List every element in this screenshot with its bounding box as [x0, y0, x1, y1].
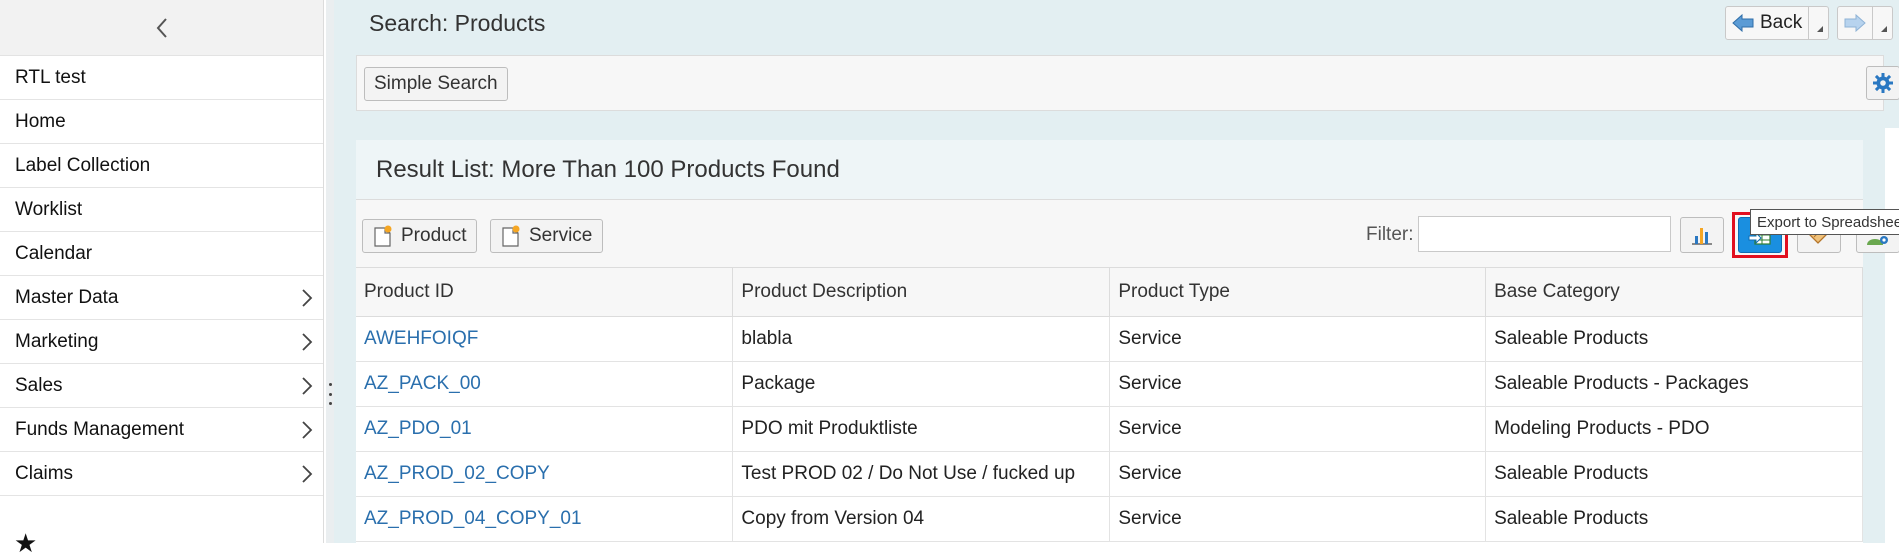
sidebar-item-marketing[interactable]: Marketing [0, 320, 323, 364]
filter-label: Filter: [1366, 224, 1414, 245]
simple-search-button[interactable]: Simple Search [364, 67, 508, 101]
result-list-title: Result List: More Than 100 Products Foun… [376, 155, 840, 183]
column-header[interactable]: Product ID [356, 268, 734, 317]
table-row: AWEHFOIQF blabla Service Saleable Products [356, 316, 1863, 362]
sidebar-item-claims[interactable]: Claims [0, 452, 323, 496]
navigation-sidebar: RTL test Home Label Collection Worklist Cale… [0, 0, 324, 558]
arrow-left-icon [1732, 14, 1754, 32]
sidebar-item-label: Claims [15, 462, 74, 484]
sidebar-item-label: Worklist [15, 198, 83, 220]
product-id-link[interactable]: AZ_PACK_00 [356, 361, 734, 407]
sidebar-item-label: Sales [15, 374, 63, 396]
table-cell: blabla [732, 316, 1111, 362]
product-id-link[interactable]: AZ_PROD_04_COPY_01 [356, 496, 734, 542]
table-cell: PDO mit Produktliste [732, 406, 1111, 452]
sidebar-splitter[interactable] [326, 0, 334, 543]
sidebar-item-label: RTL test [15, 66, 86, 88]
forward-button[interactable] [1838, 7, 1872, 39]
sidebar-item-sales[interactable]: Sales [0, 364, 323, 408]
table-header-row: Product ID Product Description Product Typ… [356, 268, 1863, 317]
page-title: Search: Products [369, 10, 546, 36]
forward-history-dropdown[interactable] [1872, 7, 1892, 39]
main-area: Search: Products Back Simple Search Resu… [334, 0, 1899, 543]
new-service-label: Service [529, 225, 593, 246]
sidebar-item-worklist[interactable]: Worklist [0, 188, 323, 232]
personalize-button[interactable] [1866, 66, 1899, 100]
sidebar-item-label: Calendar [15, 242, 93, 264]
column-header[interactable]: Base Category [1485, 268, 1863, 317]
sidebar-item-calendar[interactable]: Calendar [0, 232, 323, 276]
column-header[interactable]: Product Type [1109, 268, 1487, 317]
bar-chart-icon [1692, 228, 1712, 245]
chevron-right-icon [301, 288, 313, 308]
new-product-button[interactable]: Product [362, 219, 478, 253]
table-cell: Saleable Products [1485, 496, 1863, 542]
sidebar-collapse-button[interactable] [0, 0, 323, 56]
chevron-right-icon [301, 376, 313, 396]
table-cell: Service [1109, 496, 1487, 542]
table-cell: Service [1109, 406, 1487, 452]
back-button[interactable]: Back [1726, 7, 1808, 39]
table-cell: Saleable Products [1485, 316, 1863, 362]
table-row: AZ_PACK_00 Package Service Saleable Product… [356, 361, 1863, 407]
star-icon[interactable]: ★ [14, 528, 37, 559]
table-cell: Saleable Products - Packages [1485, 361, 1863, 407]
sidebar-item-rtl-test[interactable]: RTL test [0, 56, 323, 100]
chart-view-button[interactable] [1680, 217, 1724, 253]
arrow-right-icon [1844, 14, 1866, 32]
product-id-link[interactable]: AZ_PROD_02_COPY [356, 451, 734, 497]
gear-icon [1873, 73, 1893, 93]
table-cell: Service [1109, 361, 1487, 407]
table-row: AZ_PDO_01 PDO mit Produktliste Service Mode… [356, 406, 1863, 452]
splitter-grip-icon[interactable] [327, 383, 333, 405]
back-label: Back [1760, 12, 1803, 33]
sidebar-item-label: Funds Management [15, 418, 184, 440]
back-button-group: Back [1725, 6, 1830, 40]
table-cell: Modeling Products - PDO [1485, 406, 1863, 452]
sidebar-item-label-collection[interactable]: Label Collection [0, 144, 323, 188]
chevron-right-icon [301, 420, 313, 440]
sidebar-item-master-data[interactable]: Master Data [0, 276, 323, 320]
forward-button-group [1837, 6, 1893, 40]
chevron-right-icon [301, 464, 313, 484]
results-table: Product ID Product Description Product Typ… [356, 268, 1863, 542]
column-header[interactable]: Product Description [732, 268, 1111, 317]
result-list-panel: Result List: More Than 100 Products Foun… [356, 140, 1899, 543]
export-tooltip: Export to Spreadsheet [1750, 209, 1899, 235]
filter-input[interactable] [1418, 216, 1671, 252]
back-history-dropdown[interactable] [1808, 7, 1828, 39]
sidebar-item-label: Label Collection [15, 154, 151, 176]
result-list-header: Result List: More Than 100 Products Foun… [356, 140, 1863, 200]
sidebar-item-funds-management[interactable]: Funds Management [0, 408, 323, 452]
new-document-icon [374, 225, 392, 247]
new-product-label: Product [401, 225, 467, 246]
chevron-right-icon [301, 332, 313, 352]
table-row: AZ_PROD_04_COPY_01 Copy from Version 04 Se… [356, 496, 1863, 542]
new-service-button[interactable]: Service [490, 219, 604, 253]
sidebar-item-home[interactable]: Home [0, 100, 323, 144]
search-panel: Simple Search [356, 55, 1899, 111]
table-cell: Test PROD 02 / Do Not Use / fucked up [732, 451, 1111, 497]
new-document-icon [502, 225, 520, 247]
table-cell: Saleable Products [1485, 451, 1863, 497]
product-id-link[interactable]: AWEHFOIQF [356, 316, 734, 362]
sidebar-item-label: Master Data [15, 286, 119, 308]
table-cell: Service [1109, 316, 1487, 362]
table-cell: Service [1109, 451, 1487, 497]
product-id-link[interactable]: AZ_PDO_01 [356, 406, 734, 452]
result-toolbar: Product Service Filter: [356, 200, 1899, 268]
scroll-track[interactable] [1885, 128, 1899, 543]
table-cell: Copy from Version 04 [732, 496, 1111, 542]
sidebar-item-label: Marketing [15, 330, 99, 352]
sidebar-item-label: Home [15, 110, 66, 132]
table-row: AZ_PROD_02_COPY Test PROD 02 / Do Not Use… [356, 451, 1863, 497]
table-cell: Package [732, 361, 1111, 407]
chevron-left-icon [156, 17, 167, 38]
